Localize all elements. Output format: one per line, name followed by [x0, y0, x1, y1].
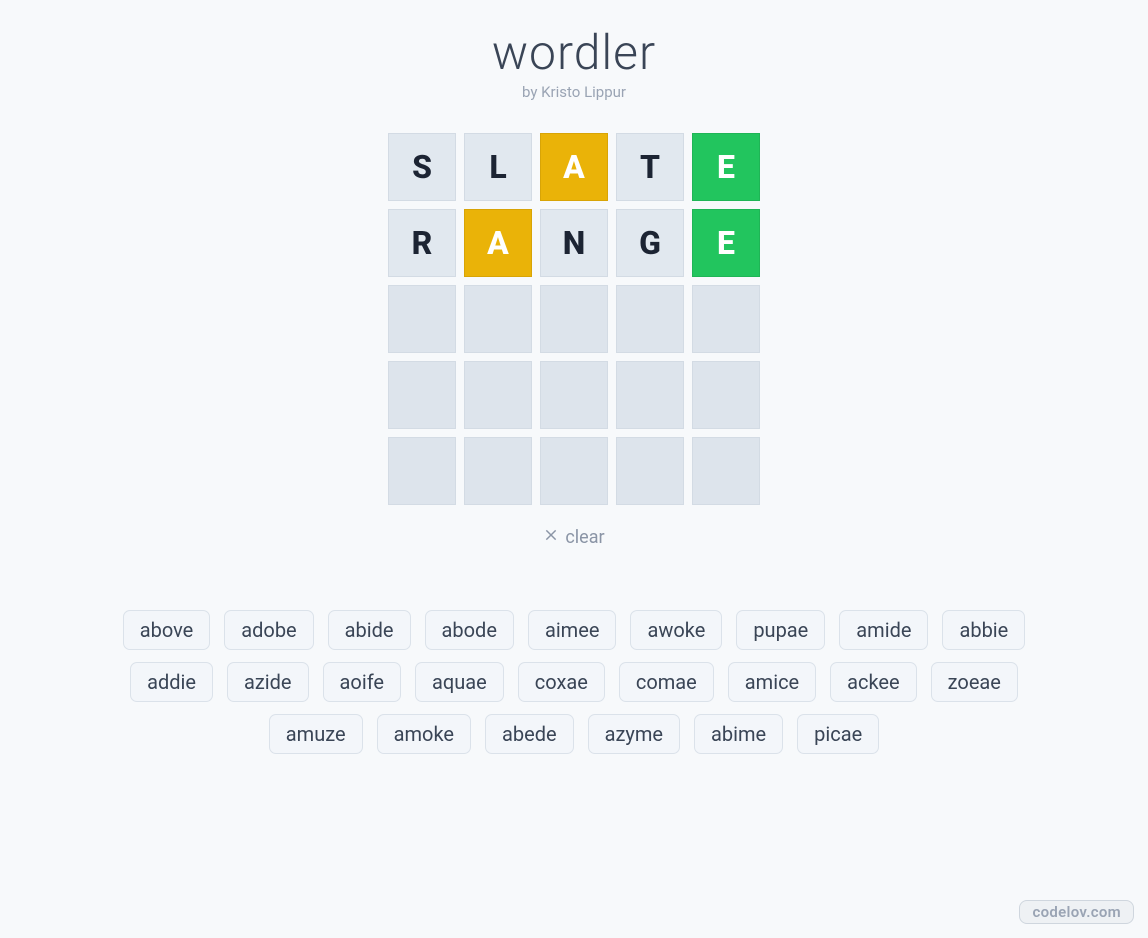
suggestions-list: above adobe abide abode aimee awoke pupae amide… [94, 610, 1054, 754]
suggestion-chip[interactable]: azide [227, 662, 309, 702]
guess-row: SLATE [388, 133, 760, 201]
guess-row [388, 285, 760, 353]
app-container: wordler by Kristo Lippur SLATERANGE clea… [0, 0, 1148, 754]
guess-tile[interactable] [464, 361, 532, 429]
guess-tile[interactable] [540, 285, 608, 353]
guess-tile[interactable] [616, 361, 684, 429]
byline: by Kristo Lippur [522, 83, 626, 101]
guess-tile[interactable] [616, 285, 684, 353]
clear-button[interactable]: clear [543, 527, 604, 548]
guess-tile[interactable]: A [540, 133, 608, 201]
suggestion-chip[interactable]: ackee [830, 662, 917, 702]
suggestion-chip[interactable]: pupae [736, 610, 825, 650]
guess-tile[interactable]: T [616, 133, 684, 201]
suggestion-chip[interactable]: amice [728, 662, 816, 702]
suggestion-chip[interactable]: amoke [377, 714, 471, 754]
suggestion-chip[interactable]: coxae [518, 662, 605, 702]
guess-tile[interactable] [540, 437, 608, 505]
watermark: codelov.com [1019, 900, 1134, 924]
suggestion-chip[interactable]: addie [130, 662, 213, 702]
guess-tile[interactable]: G [616, 209, 684, 277]
guess-tile[interactable]: E [692, 133, 760, 201]
guess-tile[interactable]: E [692, 209, 760, 277]
suggestion-chip[interactable]: amuze [269, 714, 363, 754]
guess-tile[interactable] [388, 361, 456, 429]
suggestion-chip[interactable]: azyme [588, 714, 680, 754]
suggestion-chip[interactable]: abide [328, 610, 411, 650]
suggestion-chip[interactable]: picae [797, 714, 879, 754]
guess-tile[interactable] [692, 361, 760, 429]
suggestion-chip[interactable]: aoife [323, 662, 401, 702]
guess-grid: SLATERANGE [388, 133, 760, 505]
guess-tile[interactable] [388, 285, 456, 353]
suggestion-chip[interactable]: abede [485, 714, 574, 754]
guess-tile[interactable]: R [388, 209, 456, 277]
guess-row [388, 437, 760, 505]
suggestion-chip[interactable]: amide [839, 610, 928, 650]
guess-tile[interactable] [388, 437, 456, 505]
suggestion-chip[interactable]: abbie [942, 610, 1025, 650]
guess-tile[interactable] [464, 437, 532, 505]
guess-tile[interactable]: S [388, 133, 456, 201]
guess-tile[interactable] [692, 437, 760, 505]
suggestion-chip[interactable]: aquae [415, 662, 504, 702]
page-title: wordler [492, 24, 656, 81]
guess-tile[interactable]: L [464, 133, 532, 201]
suggestion-chip[interactable]: aimee [528, 610, 617, 650]
guess-tile[interactable]: N [540, 209, 608, 277]
guess-tile[interactable] [464, 285, 532, 353]
suggestion-chip[interactable]: abime [694, 714, 783, 754]
guess-tile[interactable]: A [464, 209, 532, 277]
guess-tile[interactable] [692, 285, 760, 353]
suggestion-chip[interactable]: above [123, 610, 211, 650]
suggestion-chip[interactable]: adobe [224, 610, 313, 650]
close-icon [543, 527, 559, 548]
guess-row [388, 361, 760, 429]
clear-label: clear [565, 527, 604, 548]
suggestion-chip[interactable]: zoeae [931, 662, 1018, 702]
suggestion-chip[interactable]: abode [425, 610, 514, 650]
guess-tile[interactable] [616, 437, 684, 505]
guess-tile[interactable] [540, 361, 608, 429]
suggestion-chip[interactable]: comae [619, 662, 714, 702]
suggestion-chip[interactable]: awoke [630, 610, 722, 650]
guess-row: RANGE [388, 209, 760, 277]
